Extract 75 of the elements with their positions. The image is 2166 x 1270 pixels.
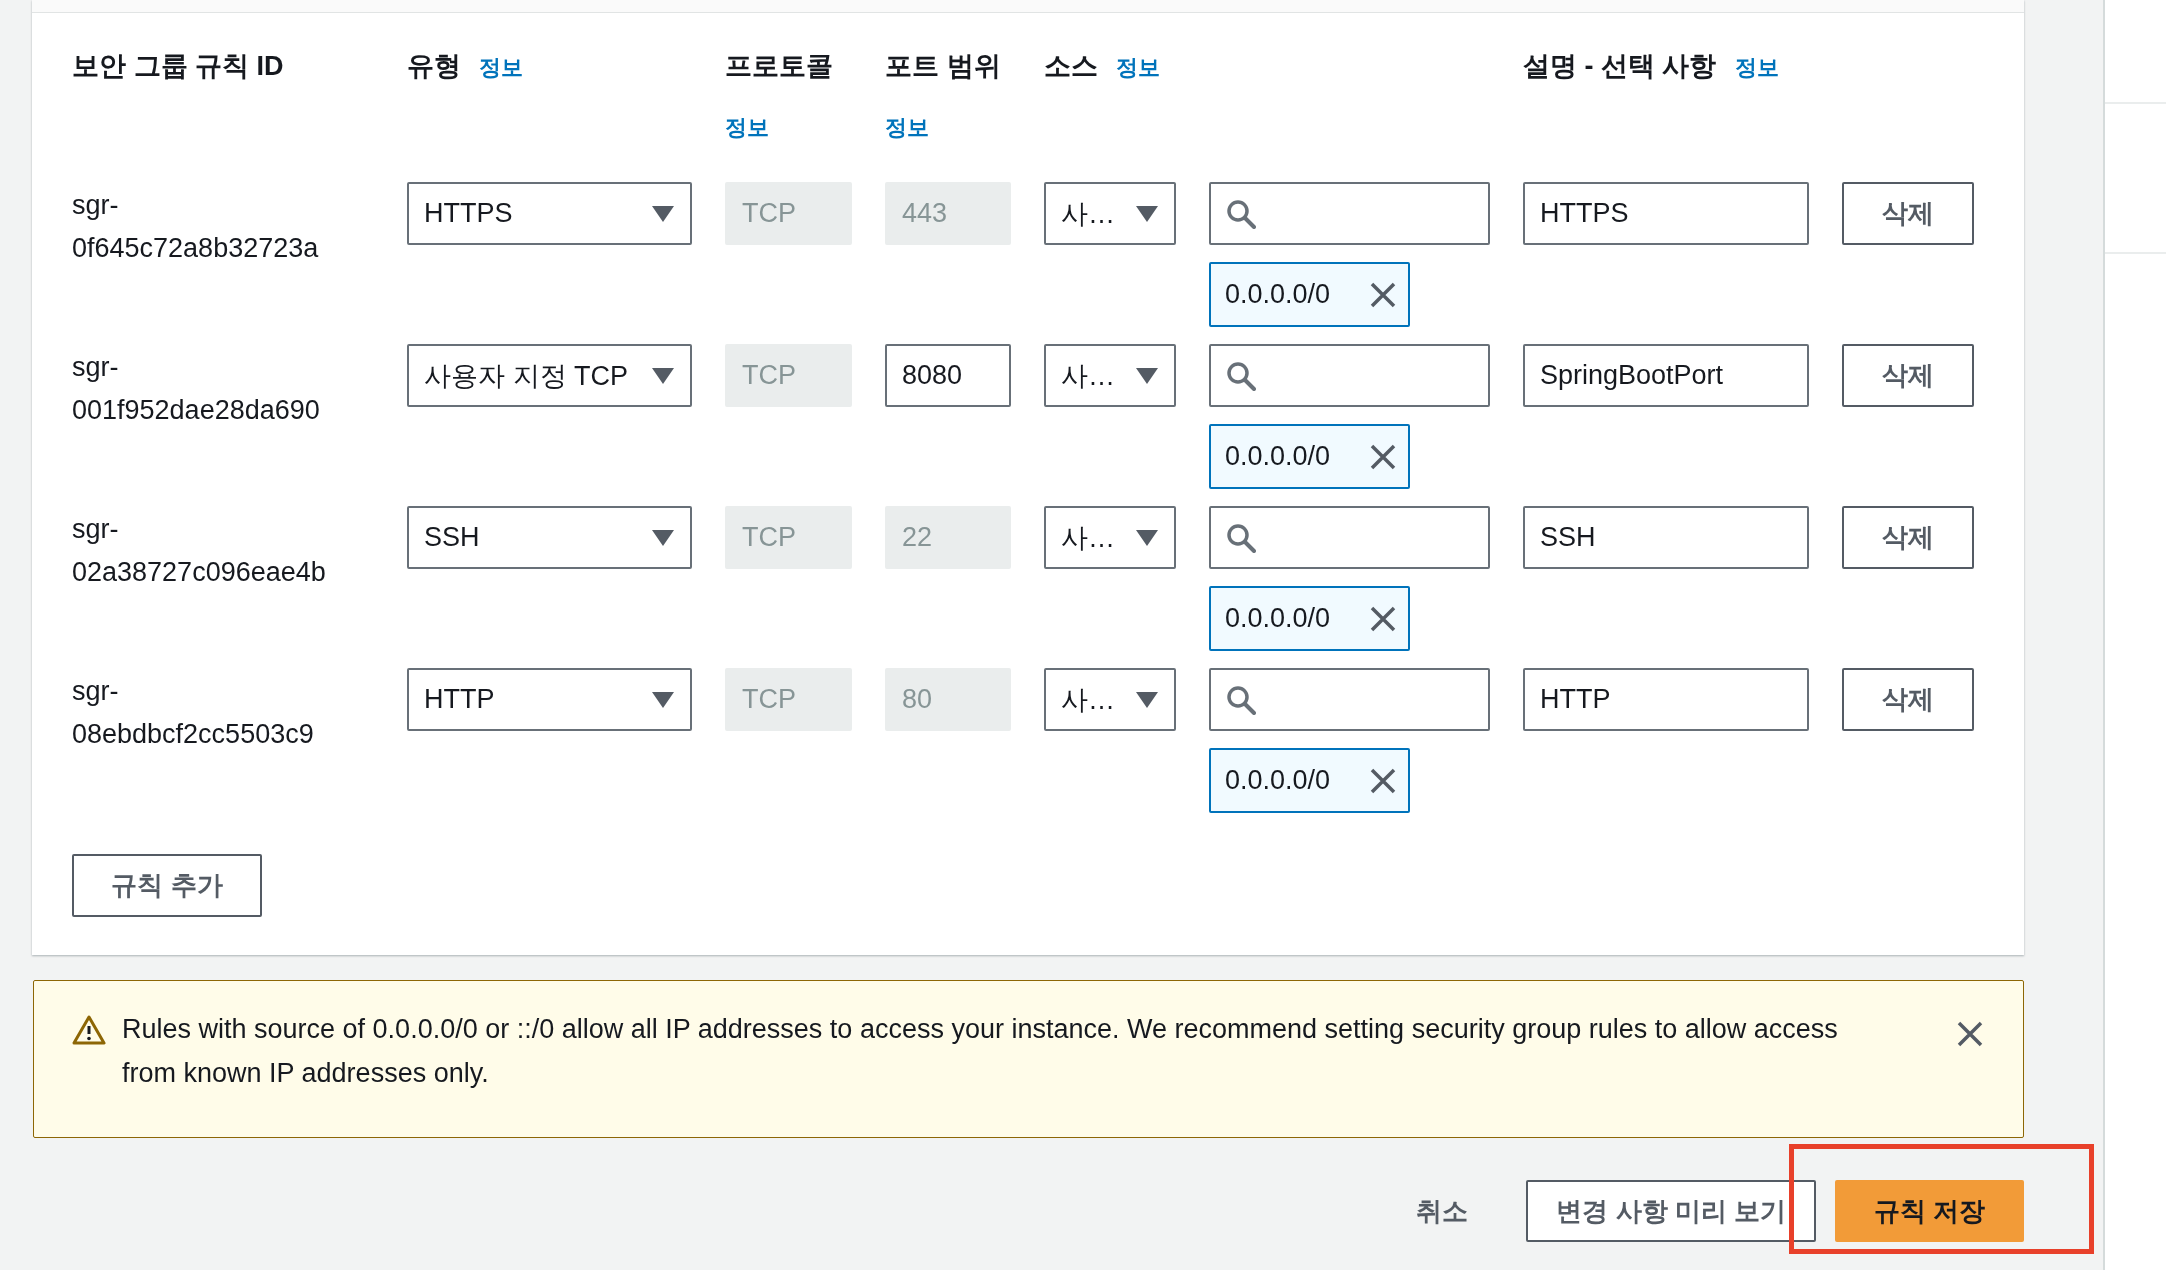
close-icon xyxy=(1370,605,1396,632)
rule-id: sgr-0f645c72a8b32723a xyxy=(72,189,320,265)
close-icon xyxy=(1370,767,1396,794)
remove-button[interactable] xyxy=(1370,605,1396,632)
save-button[interactable]: 규칙 저장 xyxy=(1835,1180,2024,1242)
column-header: 프로토콜 xyxy=(725,50,833,83)
caret-icon xyxy=(1136,691,1158,708)
search-icon xyxy=(1226,684,1256,715)
delete-button[interactable]: 삭제 xyxy=(1842,668,1974,731)
source-select[interactable]: 사… xyxy=(1044,182,1176,245)
search-field[interactable] xyxy=(1209,344,1490,407)
type-select[interactable]: 사용자 지정 TCP xyxy=(407,344,692,407)
source-select[interactable]: 사… xyxy=(1044,506,1176,569)
info-link[interactable]: 정보 xyxy=(479,55,523,80)
caret-icon xyxy=(1136,529,1158,546)
dismiss-button[interactable] xyxy=(1957,1021,1983,1047)
caret-icon xyxy=(652,205,674,222)
close-icon xyxy=(1370,443,1396,470)
close-icon xyxy=(1370,281,1396,308)
warning-icon xyxy=(72,1015,106,1045)
search-field[interactable] xyxy=(1209,506,1490,569)
caret-icon xyxy=(1136,205,1158,222)
cancel-link[interactable]: 취소 xyxy=(1416,1193,1469,1229)
preview-button[interactable]: 변경 사항 미리 보기 xyxy=(1526,1180,1816,1242)
caret-icon xyxy=(652,691,674,708)
cidr-value: 0.0.0.0/0 xyxy=(1225,765,1331,796)
add-rule-button[interactable]: 규칙 추가 xyxy=(72,854,262,917)
close-icon xyxy=(1957,1021,1983,1047)
search-icon xyxy=(1226,198,1256,229)
protocol-field: TCP xyxy=(725,668,852,731)
source-select[interactable]: 사… xyxy=(1044,668,1176,731)
search-icon xyxy=(1226,522,1256,553)
column-header: 보안 그룹 규칙 ID xyxy=(72,50,284,83)
info-link[interactable]: 정보 xyxy=(725,114,769,142)
protocol-field: TCP xyxy=(725,182,852,245)
column-header: 소스 xyxy=(1044,50,1098,83)
port-field: 443 xyxy=(885,182,1011,245)
caret-icon xyxy=(652,367,674,384)
delete-button[interactable]: 삭제 xyxy=(1842,182,1974,245)
alert-message: Rules with source of 0.0.0.0/0 or ::/0 allow all IP addresses to access your instance. We recommend setting security group rules to allow access from known IP addresses only. xyxy=(122,1013,1839,1090)
cidr-value: 0.0.0.0/0 xyxy=(1225,603,1331,634)
remove-button[interactable] xyxy=(1370,281,1396,308)
caret-icon xyxy=(1136,367,1158,384)
description-field[interactable]: SpringBootPort xyxy=(1523,344,1809,407)
type-select[interactable]: HTTPS xyxy=(407,182,692,245)
description-field[interactable]: HTTPS xyxy=(1523,182,1809,245)
rule-id: sgr-02a38727c096eae4b xyxy=(72,513,327,589)
search-field[interactable] xyxy=(1209,668,1490,731)
search-icon xyxy=(1226,360,1256,391)
description-field[interactable]: HTTP xyxy=(1523,668,1809,731)
search-field[interactable] xyxy=(1209,182,1490,245)
remove-button[interactable] xyxy=(1370,767,1396,794)
column-header: 유형 xyxy=(407,50,461,83)
info-link[interactable]: 정보 xyxy=(885,114,929,142)
port-field: 80 xyxy=(885,668,1011,731)
info-link[interactable]: 정보 xyxy=(1116,55,1160,80)
caret-icon xyxy=(652,529,674,546)
remove-button[interactable] xyxy=(1370,443,1396,470)
type-select[interactable]: HTTP xyxy=(407,668,692,731)
port-field: 22 xyxy=(885,506,1011,569)
cidr-value: 0.0.0.0/0 xyxy=(1225,279,1331,310)
description-field[interactable]: SSH xyxy=(1523,506,1809,569)
cidr-value: 0.0.0.0/0 xyxy=(1225,441,1331,472)
rule-id: sgr-001f952dae28da690 xyxy=(72,351,321,427)
port-field[interactable]: 8080 xyxy=(885,344,1011,407)
column-header: 포트 범위 xyxy=(885,50,1001,83)
protocol-field: TCP xyxy=(725,344,852,407)
protocol-field: TCP xyxy=(725,506,852,569)
type-select[interactable]: SSH xyxy=(407,506,692,569)
rule-id: sgr-08ebdbcf2cc5503c9 xyxy=(72,675,315,751)
delete-button[interactable]: 삭제 xyxy=(1842,506,1974,569)
delete-button[interactable]: 삭제 xyxy=(1842,344,1974,407)
column-header: 설명 - 선택 사항 xyxy=(1523,50,1717,83)
source-select[interactable]: 사… xyxy=(1044,344,1176,407)
info-link[interactable]: 정보 xyxy=(1734,55,1779,80)
